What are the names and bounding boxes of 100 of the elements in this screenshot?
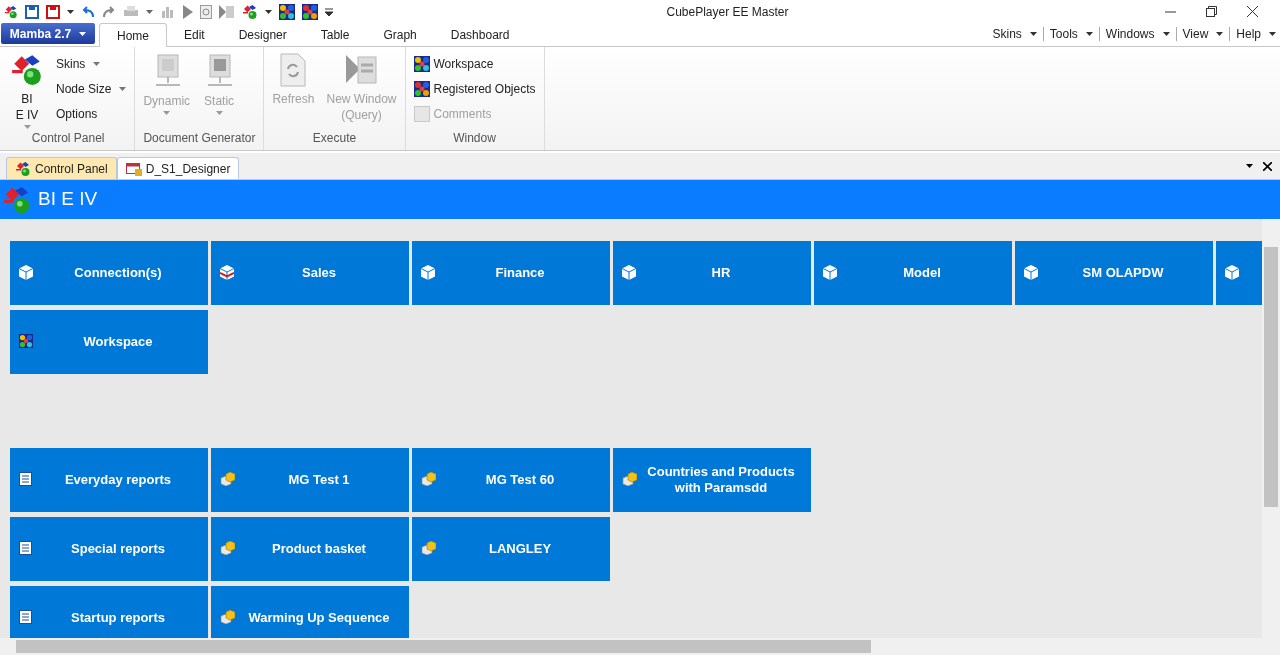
ribbon-tab[interactable]: Graph	[366, 23, 434, 46]
tile-button[interactable]: Workspace	[10, 310, 208, 374]
chart-icon[interactable]	[160, 4, 176, 19]
ribbon-tab[interactable]: Designer	[221, 23, 304, 46]
shapes-icon	[15, 160, 31, 177]
caret-icon	[1216, 32, 1224, 36]
cube-icon	[421, 265, 435, 280]
save-icon[interactable]	[25, 4, 39, 19]
caret-icon	[93, 62, 101, 66]
save-as-icon[interactable]	[46, 4, 60, 19]
panel-title: BI E IV	[38, 187, 98, 212]
ribbon-button[interactable]: Workspace	[409, 53, 540, 75]
vertical-scrollbar[interactable]	[1262, 219, 1280, 638]
cube-icon	[19, 265, 33, 280]
cube-icon	[220, 265, 234, 280]
restore-icon[interactable]	[1206, 6, 1217, 17]
tile-button[interactable]: Finance	[412, 241, 610, 305]
document-tab[interactable]: D_S1_Designer	[116, 157, 240, 179]
caret-icon	[146, 9, 153, 14]
ribbon-large-button[interactable]: BI E IV	[6, 51, 48, 129]
tile-button[interactable]: Everyday reports	[10, 448, 208, 512]
undo-icon[interactable]	[81, 5, 95, 18]
caret-icon	[1162, 32, 1170, 36]
play-window-icon	[344, 53, 379, 87]
scrollbar-thumb[interactable]	[16, 640, 871, 653]
play-window-icon[interactable]	[219, 4, 235, 19]
menu-button[interactable]: View	[1182, 25, 1224, 43]
horizontal-scrollbar[interactable]	[0, 638, 1280, 655]
refresh-document-icon	[280, 53, 307, 87]
menu-button[interactable]: Windows	[1105, 25, 1170, 43]
caret-icon	[1269, 32, 1276, 36]
menu-button[interactable]: Tools	[1049, 25, 1093, 43]
tile-button[interactable]: Special reports	[10, 517, 208, 581]
caret-icon	[1085, 32, 1093, 36]
caret-icon	[67, 9, 74, 14]
tile-button[interactable]: Sales	[211, 241, 409, 305]
shapes-icon	[4, 4, 18, 19]
molecule-grid-icon	[413, 81, 430, 97]
refresh-document-icon[interactable]	[200, 4, 212, 19]
tile-button[interactable]: MG Test 60	[412, 448, 610, 512]
document-icon	[19, 541, 32, 555]
window-title: CubePlayer EE Master	[665, 3, 790, 21]
grid-icon	[413, 56, 430, 72]
ribbon-button[interactable]: Node Size	[52, 78, 131, 100]
boxes-icon	[220, 610, 235, 624]
tile-button[interactable]: Startup reports	[10, 586, 208, 638]
ribbon-button[interactable]: Registered Objects	[409, 78, 540, 100]
ribbon-group-label: Execute	[311, 130, 358, 147]
caret-icon	[79, 31, 87, 36]
tile-button[interactable]: HR	[613, 241, 811, 305]
tile-button[interactable]: Connection(s)	[10, 241, 208, 305]
calendar-lock-icon	[125, 161, 142, 176]
caret-icon	[119, 87, 127, 91]
grid-icon	[279, 3, 295, 20]
ribbon-group-label: Window	[452, 130, 497, 147]
close-icon[interactable]	[1263, 161, 1272, 171]
cube-icon	[823, 265, 837, 280]
menu-button[interactable]: Skins	[992, 25, 1037, 43]
ribbon-button[interactable]: Options	[52, 103, 131, 125]
tile-button[interactable]: SM OLAPDW	[1015, 241, 1213, 305]
ribbon-group-label: Document Generator	[142, 130, 257, 147]
play-icon[interactable]	[183, 4, 193, 19]
ribbon-tab[interactable]: Table	[303, 23, 367, 46]
tile-button[interactable]: Model	[814, 241, 1012, 305]
tile-button[interactable]: Countries and Products with Paramsdd	[613, 448, 811, 512]
ribbon-tab[interactable]: Home	[99, 23, 167, 47]
document-icon	[19, 610, 32, 624]
boxes-icon	[220, 541, 235, 555]
caret-icon	[23, 125, 31, 129]
shapes-icon	[2, 184, 32, 215]
scrollbar-thumb[interactable]	[1264, 247, 1278, 507]
caret-icon	[215, 111, 223, 115]
close-icon[interactable]	[1247, 6, 1258, 17]
boxes-icon	[421, 541, 436, 555]
tile-button[interactable]: Product basket	[211, 517, 409, 581]
document-tab[interactable]: Control Panel	[6, 157, 117, 179]
printer-icon[interactable]	[123, 4, 139, 19]
boxes-icon	[220, 472, 235, 486]
ribbon-tab[interactable]: Edit	[167, 23, 222, 46]
cube-icon	[622, 265, 636, 280]
tile-button[interactable]: Warming Up Sequence	[211, 586, 409, 638]
boxes-icon	[622, 472, 637, 486]
tile-button[interactable]: MG Test 1	[211, 448, 409, 512]
tile-button[interactable]: LANGLEY	[412, 517, 610, 581]
cube-icon	[1225, 265, 1239, 280]
grid-icon	[19, 334, 33, 348]
caret-icon	[163, 111, 171, 115]
cube-icon	[1024, 265, 1038, 280]
caret-icon	[265, 9, 272, 14]
redo-icon[interactable]	[102, 5, 116, 18]
app-menu-button[interactable]: Mamba 2.7	[1, 23, 95, 44]
molecule-grid-icon	[302, 3, 318, 20]
shapes-icon	[10, 53, 44, 87]
ribbon-button[interactable]: Skins	[52, 53, 131, 75]
menu-button[interactable]: Help	[1236, 25, 1276, 43]
caret-icon	[1246, 164, 1253, 168]
customize-icon[interactable]	[325, 7, 333, 16]
ribbon-group-label: Control Panel	[30, 130, 106, 147]
ribbon-tab[interactable]: Dashboard	[433, 23, 527, 46]
note-icon	[413, 106, 430, 122]
